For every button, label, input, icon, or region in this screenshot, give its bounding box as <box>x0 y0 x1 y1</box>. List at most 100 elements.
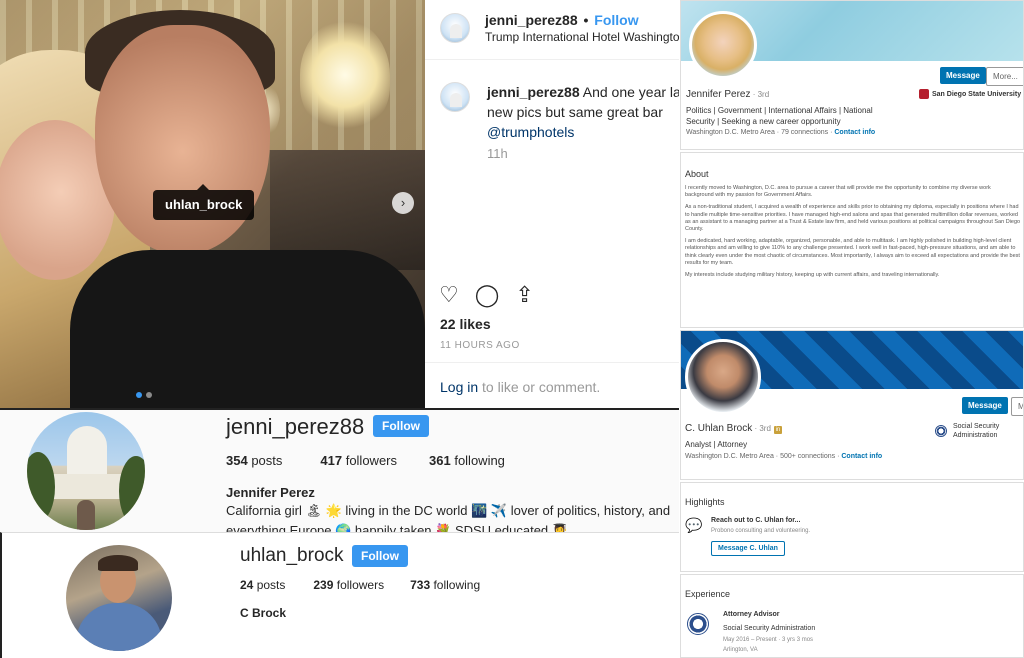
person <box>77 500 95 530</box>
login-prompt-text: to like or comment. <box>478 379 601 395</box>
capitol-dome <box>67 426 107 481</box>
tree <box>27 452 55 522</box>
heart-icon[interactable]: ♡ <box>439 283 459 307</box>
chandelier <box>300 20 390 130</box>
post-photo[interactable]: uhlan_brock › <box>0 0 425 408</box>
instagram-profile-jenni: jenni_perez88 Follow 354 posts 417 follo… <box>0 410 679 532</box>
job-location: Arlington, VA <box>723 647 758 653</box>
comment-icon[interactable]: ◯ <box>475 283 500 307</box>
profile-bio-line-2: everything Europe 🌍 happily taken 💐 SDSU… <box>226 523 568 532</box>
profile-name: C. Uhlan Brock · 3rd in <box>685 423 782 434</box>
profile-avatar[interactable] <box>689 11 757 79</box>
connections-text: · 79 connections · <box>774 129 835 136</box>
message-user-button[interactable]: Message C. Uhlan <box>711 541 785 556</box>
job-title: Attorney Advisor <box>723 611 780 618</box>
connection-degree: · 3rd <box>750 90 770 99</box>
location-link[interactable]: Trump International Hotel Washington <box>485 30 679 44</box>
name-text: Jennifer Perez <box>686 89 751 100</box>
connections-text: · 500+ connections · <box>773 453 842 460</box>
carousel-dot <box>146 392 152 398</box>
contact-info-link[interactable]: Contact info <box>841 453 882 460</box>
agency-seal-icon <box>935 425 947 437</box>
username-link[interactable]: jenni_perez88 <box>485 12 578 28</box>
reach-out-subtitle: Probono consulting and volunteering. <box>711 528 811 534</box>
about-paragraph: I recently moved to Washington, D.C. are… <box>685 185 991 199</box>
caption-line-1: And one year lat <box>582 84 679 100</box>
like-count[interactable]: 22 likes <box>440 316 491 332</box>
profile-bio-line-1: California girl 🏝 🌟 living in the DC wor… <box>226 503 671 518</box>
more-button[interactable]: More... <box>986 67 1023 86</box>
capitol-base <box>47 474 127 499</box>
about-title: About <box>685 169 709 179</box>
more-button[interactable]: M <box>1011 397 1023 416</box>
posts-count[interactable]: 354 posts <box>226 453 282 468</box>
job-org[interactable]: Social Security Administration <box>723 625 815 632</box>
separator: • <box>583 12 589 28</box>
school-name[interactable]: San Diego State University <box>932 90 1021 99</box>
post-timestamp: 11 HOURS AGO <box>440 340 520 351</box>
caption-username[interactable]: jenni_perez88 <box>487 84 580 100</box>
user-tag[interactable]: uhlan_brock <box>153 184 255 220</box>
login-prompt: Log in to like or comment. <box>425 362 679 408</box>
caption-line-2: new pics but same great bar <box>487 104 663 120</box>
linkedin-experience: Experience Attorney Advisor Social Secur… <box>680 574 1024 658</box>
followers-count[interactable]: 417 followers <box>320 453 397 468</box>
profile-stats: 24 posts 239 followers 733 following <box>240 578 480 592</box>
profile-headline: Politics | Government | International Af… <box>686 106 873 126</box>
about-paragraph: My interests include studying military h… <box>685 272 940 279</box>
caption: jenni_perez88 And one year lat new pics … <box>487 82 679 142</box>
caption-mention[interactable]: @trumphotels <box>487 124 574 140</box>
profile-name: Jennifer Perez · 3rd <box>686 89 769 100</box>
org-name[interactable]: Social Security Administration <box>953 422 1023 440</box>
linkedin-profile-jenni: Message More... Jennifer Perez · 3rd Pol… <box>680 0 1024 150</box>
login-link[interactable]: Log in <box>440 379 478 395</box>
about-paragraph: As a non-traditional student, I acquired… <box>685 204 1021 233</box>
following-count[interactable]: 733 following <box>410 578 480 592</box>
post-sidebar: jenni_perez88 • Follow Trump Internation… <box>425 0 679 408</box>
profile-avatar[interactable] <box>66 545 172 651</box>
university-icon <box>919 89 929 99</box>
chevron-right-icon[interactable]: › <box>392 192 414 214</box>
about-paragraph: I am dedicated, hard working, adaptable,… <box>685 238 1020 266</box>
message-button[interactable]: Message <box>962 397 1008 414</box>
instagram-profile-uhlan: uhlan_brock Follow 24 posts 239 follower… <box>0 532 679 658</box>
posts-count[interactable]: 24 posts <box>240 578 285 592</box>
profile-stats: 354 posts 417 followers 361 following <box>226 453 505 468</box>
tree <box>119 456 145 526</box>
connection-degree: · 3rd <box>752 424 771 433</box>
profile-avatar[interactable] <box>685 339 761 415</box>
shirt <box>76 603 162 651</box>
avatar[interactable] <box>440 82 470 112</box>
follow-button[interactable]: Follow <box>594 12 638 28</box>
carousel-dot-active <box>136 392 142 398</box>
job-dates: May 2016 – Present · 3 yrs 3 mos <box>723 637 814 643</box>
premium-icon: in <box>773 426 782 434</box>
follow-button[interactable]: Follow <box>373 415 429 437</box>
profile-location: Washington D.C. Metro Area · 79 connecti… <box>686 129 875 136</box>
post-username: jenni_perez88 • Follow <box>485 12 639 28</box>
followers-count[interactable]: 239 followers <box>313 578 384 592</box>
profile-username: jenni_perez88 <box>226 414 365 439</box>
profile-avatar[interactable] <box>27 412 145 530</box>
following-count[interactable]: 361 following <box>429 453 505 468</box>
hair <box>98 555 138 571</box>
man-face <box>95 25 270 255</box>
profile-location: Washington D.C. Metro Area · 500+ connec… <box>685 453 882 460</box>
share-icon[interactable]: ⇪ <box>515 283 533 307</box>
reach-out-title: Reach out to C. Uhlan for... <box>711 517 801 524</box>
carousel-dots <box>136 392 152 398</box>
contact-info-link[interactable]: Contact info <box>834 129 875 136</box>
chat-bubbles-icon: 💬 <box>685 517 703 533</box>
message-button[interactable]: Message <box>940 67 986 84</box>
follow-button[interactable]: Follow <box>352 545 408 567</box>
linkedin-profile-uhlan: Message M C. Uhlan Brock · 3rdin Analyst… <box>680 330 1024 480</box>
instagram-post: uhlan_brock › jenni_perez88 • Follow Tru… <box>0 0 679 410</box>
location-text: Washington D.C. Metro Area <box>686 129 775 136</box>
man-shirt <box>70 250 425 408</box>
agency-seal-icon <box>687 613 709 635</box>
linkedin-about: About I recently moved to Washington, D.… <box>680 152 1024 328</box>
post-header: jenni_perez88 • Follow Trump Internation… <box>425 0 679 60</box>
linkedin-highlights: Highlights 💬 Reach out to C. Uhlan for..… <box>680 482 1024 572</box>
avatar[interactable] <box>440 13 470 43</box>
profile-name: C Brock <box>240 606 287 620</box>
